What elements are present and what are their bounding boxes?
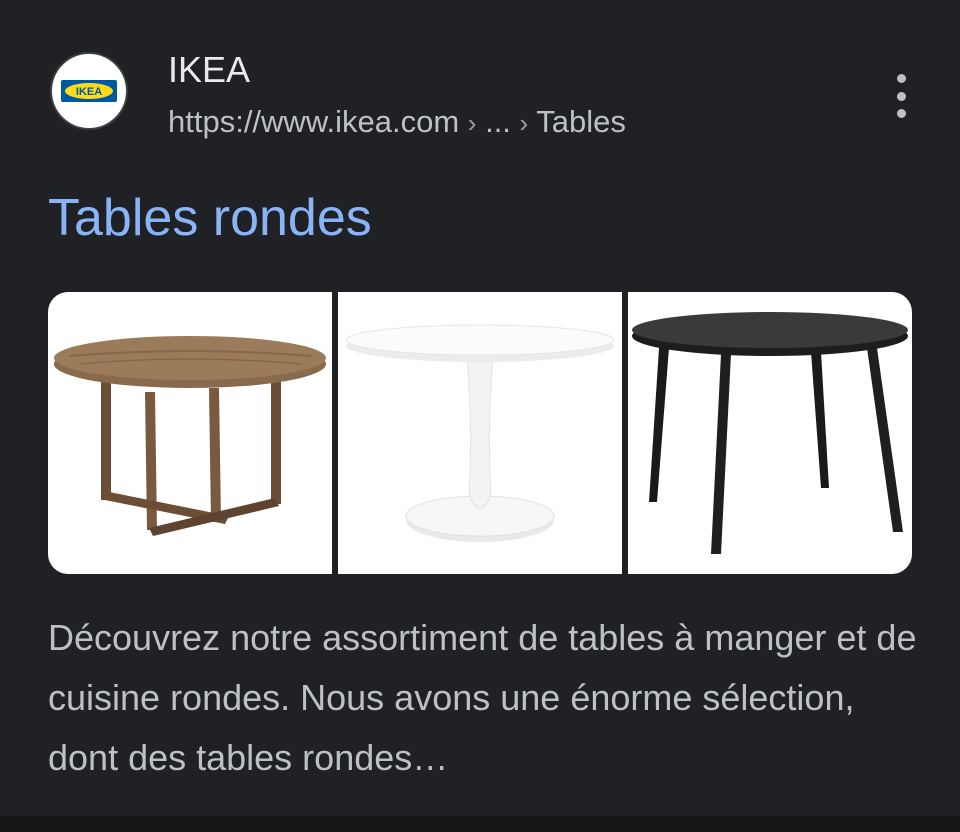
wooden-table-icon <box>54 336 326 536</box>
more-options-button[interactable] <box>890 74 912 118</box>
image-carousel <box>48 292 912 574</box>
site-header[interactable]: IKEA IKEA https://www.ikea.com › ... › T… <box>48 49 912 139</box>
bottom-divider <box>0 816 960 832</box>
image-white-tulip-table[interactable] <box>338 292 622 574</box>
vertical-dots-icon <box>896 74 906 83</box>
breadcrumb-separator: › <box>467 108 477 138</box>
white-table-icon <box>345 324 615 542</box>
breadcrumb-separator: › <box>519 108 529 138</box>
vertical-dots-icon-dot <box>896 109 906 118</box>
url-domain: https://www.ikea.com <box>168 104 460 139</box>
result-title-link[interactable]: Tables rondes <box>48 188 372 248</box>
search-result-card: IKEA IKEA https://www.ikea.com › ... › T… <box>0 0 960 816</box>
result-snippet: Découvrez notre assortiment de tables à … <box>48 617 917 778</box>
ikea-logo-text: IKEA <box>76 86 102 98</box>
image-black-round-table[interactable] <box>628 292 912 574</box>
url-ellipsis: ... <box>485 104 511 139</box>
ikea-logo-icon: IKEA <box>50 52 128 130</box>
image-wooden-round-table[interactable] <box>48 292 332 574</box>
black-table-icon <box>632 312 908 554</box>
url-last-crumb: Tables <box>536 104 626 139</box>
site-name: IKEA <box>168 49 251 90</box>
vertical-dots-icon-dot <box>896 91 906 101</box>
breadcrumb-url: https://www.ikea.com › ... › Tables <box>168 102 626 143</box>
